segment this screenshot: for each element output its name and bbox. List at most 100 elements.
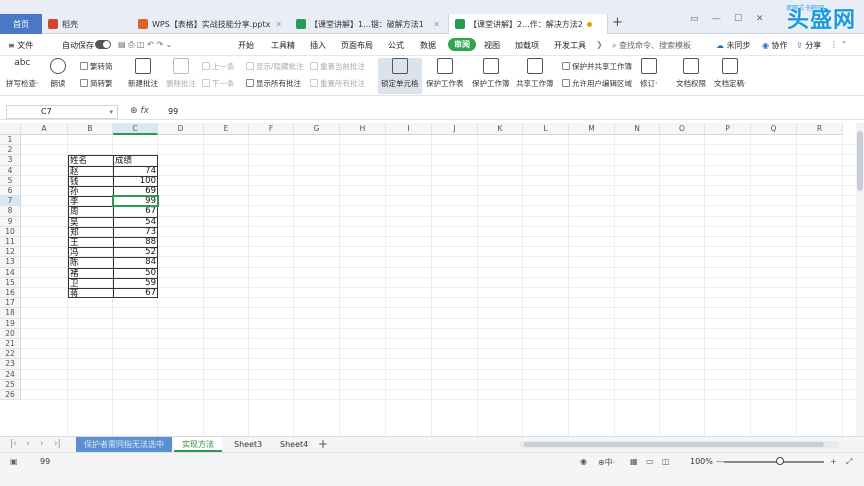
- last-sheet-icon[interactable]: ›|: [54, 439, 61, 449]
- sheet-tab-3[interactable]: Sheet3: [226, 437, 270, 452]
- name-box[interactable]: C7 ▾: [6, 105, 118, 119]
- row-header[interactable]: 20: [0, 328, 21, 339]
- page-break-view-icon[interactable]: ◫: [662, 457, 670, 466]
- zoom-out-icon[interactable]: —: [716, 457, 724, 466]
- column-header[interactable]: O: [660, 123, 705, 135]
- search-command[interactable]: ⌕ 查找命令、搜索模板: [612, 40, 691, 51]
- column-header[interactable]: L: [523, 123, 569, 135]
- column-header[interactable]: F: [249, 123, 294, 135]
- menu-page-layout[interactable]: 页面布局: [341, 40, 373, 51]
- column-header[interactable]: N: [615, 123, 660, 135]
- macro-record-icon[interactable]: ▣: [10, 457, 18, 466]
- add-sheet-icon[interactable]: +: [318, 437, 328, 451]
- scroll-thumb[interactable]: [857, 131, 863, 191]
- horizontal-scrollbar[interactable]: [520, 441, 840, 448]
- column-header[interactable]: H: [340, 123, 386, 135]
- zoom-slider-handle[interactable]: [776, 457, 784, 465]
- row-header[interactable]: 2: [0, 145, 21, 156]
- row-header[interactable]: 17: [0, 298, 21, 309]
- new-tab-plus-icon[interactable]: +: [612, 15, 623, 30]
- tab-pptx[interactable]: WPS【表格】实战技能分享.pptx ✕: [132, 14, 288, 34]
- row-header[interactable]: 10: [0, 226, 21, 237]
- sync-status[interactable]: ☁ 未同步: [716, 40, 751, 51]
- column-header[interactable]: I: [386, 123, 432, 135]
- spell-check-button[interactable]: abc 拼写检查·: [6, 58, 38, 89]
- row-header[interactable]: 8: [0, 206, 21, 217]
- doc-final-button[interactable]: 文档定稿·: [714, 58, 746, 89]
- menu-addins[interactable]: 加载项: [515, 40, 539, 51]
- row-header[interactable]: 3: [0, 155, 21, 166]
- window-tile-icon[interactable]: ▭: [690, 14, 699, 24]
- show-all-comments-button[interactable]: 显示所有批注: [246, 78, 301, 89]
- tab-home[interactable]: 首页: [0, 14, 42, 34]
- reset-current-comment-button[interactable]: 重置当前批注: [310, 61, 365, 72]
- row-header[interactable]: 11: [0, 237, 21, 248]
- row-header[interactable]: 22: [0, 349, 21, 360]
- next-comment-button[interactable]: 下一条: [202, 78, 235, 89]
- collab-button[interactable]: ◉ 协作: [762, 40, 788, 51]
- first-sheet-icon[interactable]: |‹: [10, 439, 17, 449]
- zoom-slider[interactable]: [724, 461, 824, 463]
- row-header[interactable]: 4: [0, 165, 21, 176]
- menu-review[interactable]: 审阅: [448, 38, 476, 51]
- row-header[interactable]: 14: [0, 267, 21, 278]
- share-workbook-button[interactable]: 共享工作簿: [516, 58, 554, 89]
- zoom-in-icon[interactable]: +: [830, 457, 837, 466]
- new-comment-button[interactable]: 新建批注: [128, 58, 158, 89]
- simp-to-trad-button[interactable]: 简转繁: [80, 78, 113, 89]
- sheet-tab-1[interactable]: 保护者需同指无法选中: [76, 437, 172, 452]
- eye-protect-icon[interactable]: ◉: [580, 457, 587, 466]
- show-hide-comment-button[interactable]: 显示/隐藏批注: [246, 61, 304, 72]
- tab-lesson-1[interactable]: 【课堂讲解】1...锢：破解方法1 ✕: [290, 14, 446, 34]
- select-all-corner[interactable]: [0, 123, 21, 135]
- formula-fx-icon[interactable]: ⊕ fx: [130, 106, 149, 116]
- row-header[interactable]: 23: [0, 359, 21, 370]
- menu-view[interactable]: 视图: [484, 40, 500, 51]
- prev-comment-button[interactable]: 上一条: [202, 61, 235, 72]
- row-header[interactable]: 7: [0, 196, 21, 207]
- tab-docer[interactable]: 稻壳: [42, 14, 132, 34]
- spreadsheet-grid[interactable]: A B C D E F G H I J K L M N O P Q R 1 2 3 4 5 6 7 8 9 10 11 12 13 14 15 1…: [0, 123, 864, 436]
- row-header[interactable]: 24: [0, 369, 21, 380]
- column-header[interactable]: G: [294, 123, 340, 135]
- column-header[interactable]: Q: [751, 123, 797, 135]
- next-sheet-icon[interactable]: ›: [40, 439, 44, 449]
- menu-more-icon[interactable]: ❯: [596, 40, 603, 49]
- row-header[interactable]: 18: [0, 308, 21, 319]
- menu-insert[interactable]: 插入: [310, 40, 326, 51]
- normal-view-icon[interactable]: ▦: [630, 457, 638, 466]
- zoom-level[interactable]: 100%: [690, 457, 713, 466]
- menu-data[interactable]: 数据: [420, 40, 436, 51]
- chevron-down-icon[interactable]: ▾: [109, 106, 113, 118]
- column-header[interactable]: K: [478, 123, 523, 135]
- protect-and-share-button[interactable]: 保护并共享工作簿: [562, 61, 632, 72]
- protect-workbook-button[interactable]: 保护工作簿: [472, 58, 510, 89]
- row-header[interactable]: 21: [0, 339, 21, 350]
- column-header[interactable]: J: [432, 123, 478, 135]
- read-aloud-button[interactable]: 朗读: [50, 58, 66, 89]
- input-method-icon[interactable]: ⊕中·: [598, 457, 615, 468]
- maximize-icon[interactable]: ☐: [734, 14, 742, 24]
- row-header[interactable]: 19: [0, 318, 21, 329]
- allow-edit-ranges-button[interactable]: 允许用户编辑区域: [562, 78, 632, 89]
- close-window-icon[interactable]: ✕: [756, 14, 764, 24]
- row-header[interactable]: 5: [0, 175, 21, 186]
- menu-developer[interactable]: 开发工具: [554, 40, 586, 51]
- row-header[interactable]: 15: [0, 277, 21, 288]
- column-header[interactable]: D: [158, 123, 204, 135]
- menu-tools[interactable]: 工具精: [271, 40, 295, 51]
- vertical-scrollbar[interactable]: [856, 123, 864, 436]
- row-header[interactable]: 1: [0, 135, 21, 146]
- fullscreen-icon[interactable]: ⤢: [846, 457, 852, 467]
- sheet-tab-2[interactable]: 实现方法: [174, 437, 222, 452]
- share-button[interactable]: ⇪ 分享: [796, 40, 821, 51]
- column-header[interactable]: A: [21, 123, 68, 135]
- row-header[interactable]: 16: [0, 288, 21, 299]
- column-header[interactable]: C: [113, 123, 158, 135]
- lock-cell-button[interactable]: 锁定单元格: [378, 58, 422, 94]
- row-header[interactable]: 25: [0, 379, 21, 390]
- minimize-icon[interactable]: —: [712, 14, 721, 24]
- row-header[interactable]: 6: [0, 186, 21, 197]
- formula-input[interactable]: 99: [168, 107, 178, 116]
- close-icon[interactable]: ✕: [272, 20, 282, 29]
